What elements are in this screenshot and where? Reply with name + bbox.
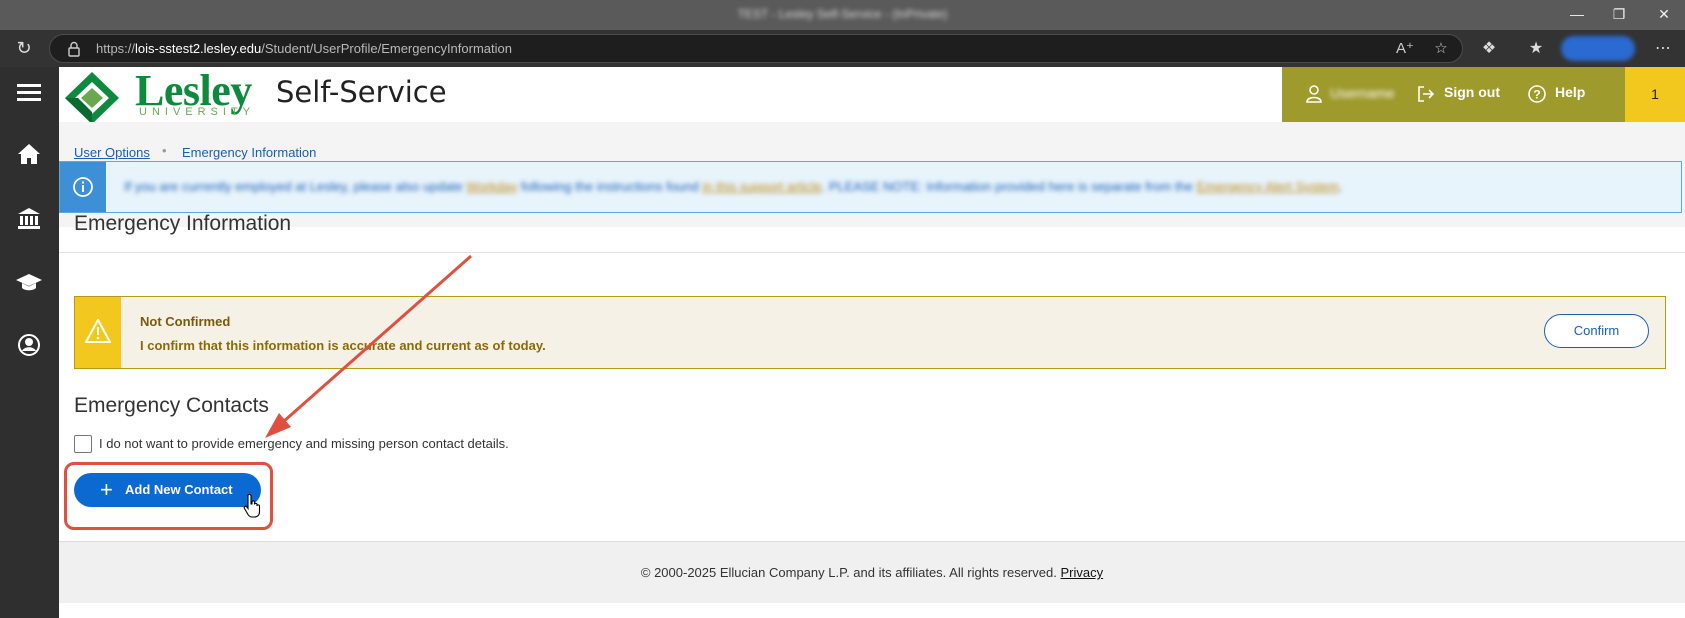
- add-new-contact-button[interactable]: + Add New Contact: [74, 473, 261, 507]
- side-navigation: [0, 67, 59, 618]
- favorite-star-icon[interactable]: ☆: [1431, 39, 1451, 59]
- home-icon[interactable]: [14, 139, 44, 169]
- logo-subtitle: UNIVERSITY: [139, 106, 256, 118]
- more-menu-icon[interactable]: ⋯: [1652, 38, 1674, 60]
- privacy-link[interactable]: Privacy: [1060, 565, 1103, 580]
- lesley-logo-icon[interactable]: [63, 70, 121, 125]
- profile-badge[interactable]: [1561, 36, 1635, 61]
- contacts-section-title: Emergency Contacts: [74, 394, 269, 417]
- confirmation-alert: Not Confirmed I confirm that this inform…: [74, 296, 1666, 369]
- browser-title-bar: TEST - Lesley Self-Service - (InPrivate)…: [0, 0, 1685, 30]
- warning-icon: [85, 319, 111, 343]
- breadcrumb-current: Emergency Information: [182, 145, 317, 160]
- breadcrumb-user-options[interactable]: User Options: [74, 145, 150, 160]
- close-icon[interactable]: ✕: [1654, 4, 1674, 24]
- extensions-icon[interactable]: ❖: [1478, 38, 1500, 60]
- footer-text: © 2000-2025 Ellucian Company L.P. and it…: [640, 565, 1104, 580]
- help-link[interactable]: Help: [1555, 84, 1585, 100]
- sign-out-icon[interactable]: [1416, 84, 1436, 104]
- plus-icon: +: [100, 477, 113, 502]
- warning-side: [75, 297, 121, 368]
- lock-icon: [68, 41, 80, 57]
- header-actions: Username Sign out ? Help: [1282, 67, 1625, 122]
- app-header: Lesley UNIVERSITY Self-Service Username …: [59, 66, 1685, 125]
- divider: [59, 252, 1685, 253]
- reload-icon[interactable]: ↻: [13, 37, 35, 59]
- breadcrumb-separator: •: [162, 143, 167, 158]
- hamburger-menu-icon[interactable]: [14, 77, 44, 107]
- restore-icon[interactable]: ❐: [1609, 4, 1629, 24]
- emergency-alert-link[interactable]: Emergency Alert System: [1197, 179, 1339, 194]
- sign-out-link[interactable]: Sign out: [1444, 84, 1500, 100]
- read-aloud-icon[interactable]: A⁺: [1395, 39, 1415, 59]
- add-new-contact-label: Add New Contact: [125, 482, 233, 497]
- confirm-button[interactable]: Confirm: [1544, 314, 1649, 348]
- confirmation-message: I confirm that this information is accur…: [140, 338, 546, 353]
- opt-out-checkbox[interactable]: [74, 435, 92, 453]
- graduation-cap-icon[interactable]: [14, 267, 44, 297]
- page-title: Emergency Information: [74, 212, 292, 235]
- workday-link[interactable]: Workday: [466, 179, 517, 194]
- username[interactable]: Username: [1330, 85, 1395, 101]
- info-banner: If you are currently employed at Lesley,…: [59, 161, 1682, 213]
- main-page: Lesley UNIVERSITY Self-Service Username …: [59, 66, 1685, 618]
- info-banner-side: [60, 162, 106, 212]
- user-icon[interactable]: [1304, 84, 1324, 104]
- browser-toolbar: ↻ https://lois-sstest2.lesley.edu/Studen…: [0, 30, 1685, 67]
- info-icon: [73, 177, 93, 197]
- bank-icon[interactable]: [14, 203, 44, 233]
- window-title: TEST - Lesley Self-Service - (InPrivate): [737, 7, 948, 21]
- minimize-icon[interactable]: —: [1567, 4, 1587, 24]
- favorites-icon[interactable]: ★: [1525, 38, 1547, 60]
- hand-cursor-icon: [243, 493, 261, 518]
- notification-count[interactable]: 1: [1625, 67, 1685, 122]
- user-profile-icon[interactable]: [14, 330, 44, 360]
- info-banner-text: If you are currently employed at Lesley,…: [124, 179, 1343, 194]
- opt-out-label[interactable]: I do not want to provide emergency and m…: [99, 436, 509, 451]
- help-icon[interactable]: ?: [1527, 84, 1547, 104]
- confirmation-status: Not Confirmed: [140, 314, 231, 329]
- url-text: https://lois-sstest2.lesley.edu/Student/…: [96, 41, 512, 56]
- page-footer: © 2000-2025 Ellucian Company L.P. and it…: [59, 541, 1685, 603]
- svg-text:?: ?: [1533, 88, 1540, 102]
- support-article-link[interactable]: in this support article: [702, 179, 821, 194]
- app-title: Self-Service: [276, 75, 447, 109]
- address-bar[interactable]: https://lois-sstest2.lesley.edu/Student/…: [49, 34, 1463, 63]
